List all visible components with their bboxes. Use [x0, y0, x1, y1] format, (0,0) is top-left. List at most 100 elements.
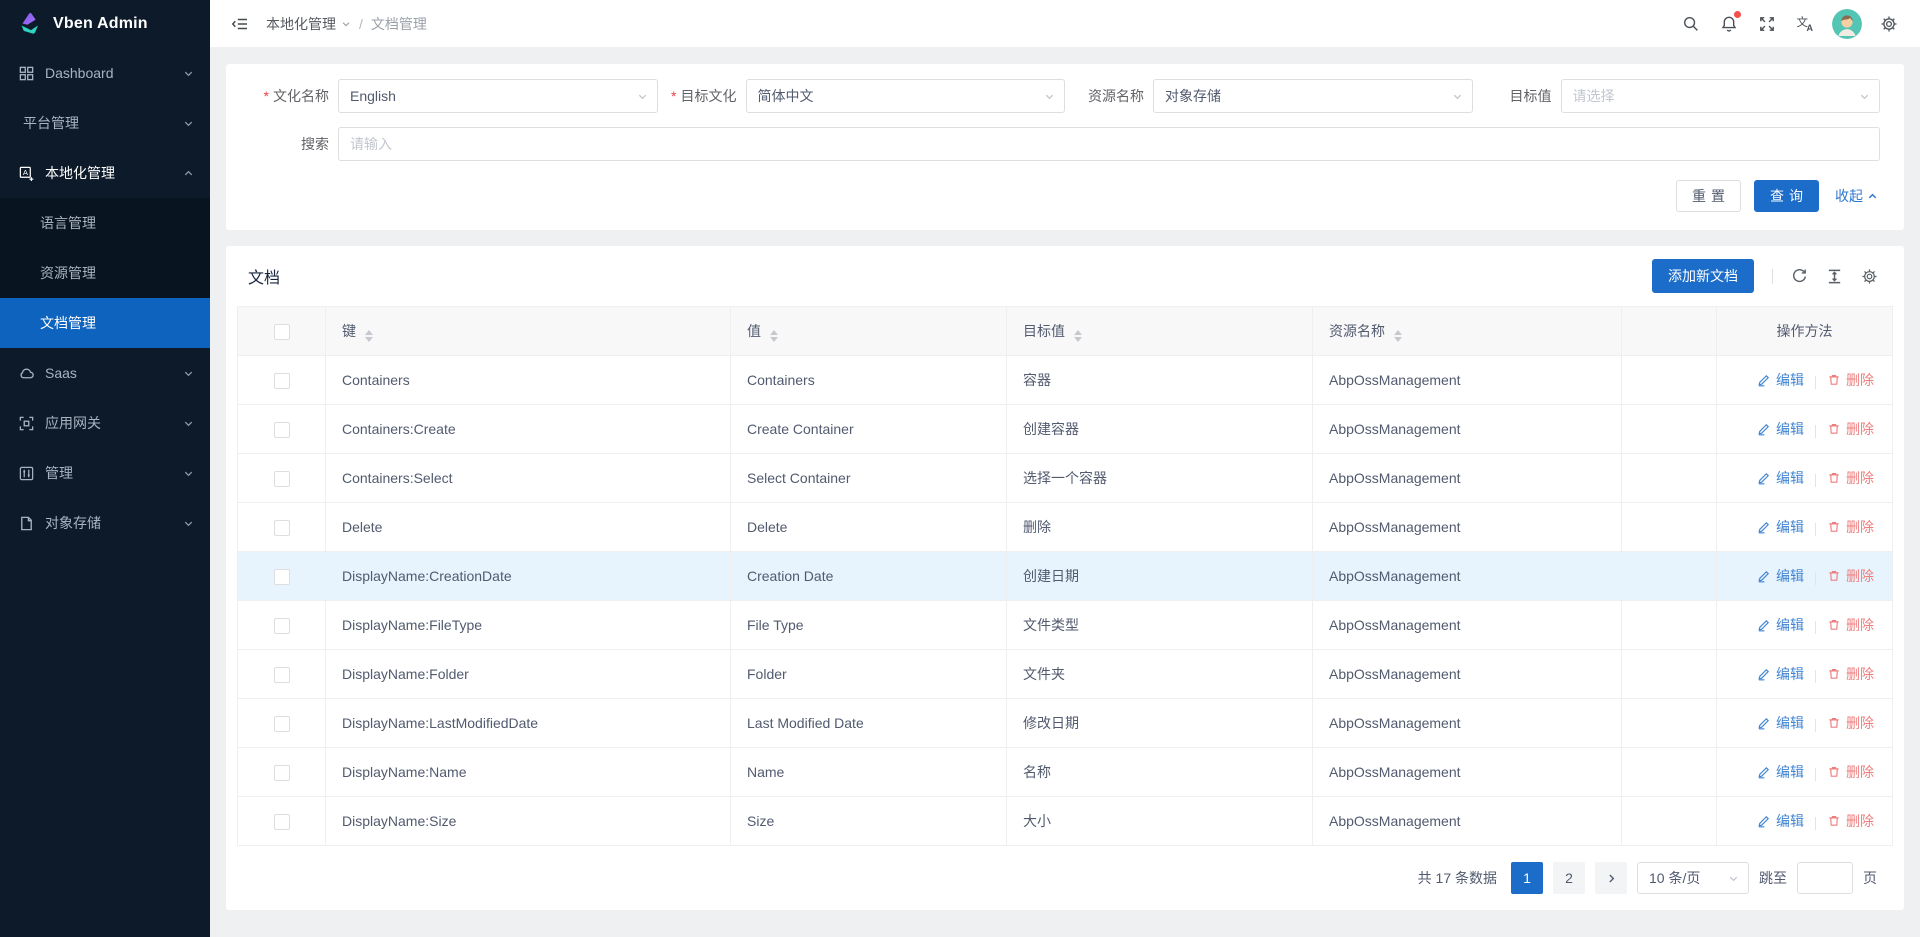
edit-button[interactable]: 编辑: [1757, 370, 1804, 390]
search-input[interactable]: [338, 127, 1880, 161]
edit-button[interactable]: 编辑: [1757, 468, 1804, 488]
delete-button[interactable]: 删除: [1827, 811, 1874, 831]
target-value-select[interactable]: 请选择: [1561, 79, 1881, 113]
column-label: 值: [747, 323, 761, 339]
delete-button[interactable]: 删除: [1827, 370, 1874, 390]
row-checkbox[interactable]: [274, 569, 290, 585]
delete-button[interactable]: 删除: [1827, 713, 1874, 733]
sidebar-item-management[interactable]: 管理: [0, 448, 210, 498]
fullscreen-icon[interactable]: [1748, 0, 1786, 48]
localization-icon: A: [18, 165, 35, 182]
delete-button[interactable]: 删除: [1827, 664, 1874, 684]
trash-icon: [1827, 618, 1841, 632]
collapse-link[interactable]: 收起: [1835, 186, 1878, 206]
sidebar-item-resource-management[interactable]: 资源管理: [0, 248, 210, 298]
edit-button[interactable]: 编辑: [1757, 762, 1804, 782]
table-settings-gear-icon[interactable]: [1861, 268, 1878, 285]
jump-page-input[interactable]: [1797, 862, 1853, 894]
settings-gear-icon[interactable]: [1870, 0, 1908, 48]
page-button-1[interactable]: 1: [1511, 862, 1543, 894]
column-header-value[interactable]: 值: [731, 307, 1007, 356]
query-button[interactable]: 查询: [1754, 180, 1819, 212]
culture-name-select[interactable]: English: [338, 79, 658, 113]
topbar-actions: 文 A: [1672, 0, 1908, 48]
edit-button[interactable]: 编辑: [1757, 566, 1804, 586]
sidebar-item-gateway[interactable]: 应用网关: [0, 398, 210, 448]
sidebar-item-localization[interactable]: A 本地化管理: [0, 148, 210, 198]
sidebar-item-platform[interactable]: 平台管理: [0, 98, 210, 148]
page-size-select[interactable]: 10 条/页: [1637, 862, 1749, 894]
edit-button[interactable]: 编辑: [1757, 419, 1804, 439]
cell-empty: [1622, 699, 1717, 748]
page-button-2[interactable]: 2: [1553, 862, 1585, 894]
edit-button[interactable]: 编辑: [1757, 713, 1804, 733]
cell-key: Containers:Select: [326, 454, 731, 503]
edit-button[interactable]: 编辑: [1757, 664, 1804, 684]
row-checkbox[interactable]: [274, 716, 290, 732]
sidebar-item-language-management[interactable]: 语言管理: [0, 198, 210, 248]
cell-key: DisplayName:FileType: [326, 601, 731, 650]
sidebar-item-object-storage[interactable]: 对象存储: [0, 498, 210, 548]
row-checkbox[interactable]: [274, 618, 290, 634]
edit-button[interactable]: 编辑: [1757, 811, 1804, 831]
row-checkbox[interactable]: [274, 471, 290, 487]
sort-icon[interactable]: [365, 330, 373, 342]
delete-button[interactable]: 删除: [1827, 419, 1874, 439]
pagination: 共 17 条数据 1 2 10 条/页 跳至 页: [226, 846, 1904, 904]
sort-icon[interactable]: [770, 330, 778, 342]
sort-icon[interactable]: [1074, 330, 1082, 342]
notification-bell-icon[interactable]: [1710, 0, 1748, 48]
sidebar-item-document-management[interactable]: 文档管理: [0, 298, 210, 348]
cell-empty: [1622, 797, 1717, 846]
translate-icon[interactable]: 文 A: [1786, 0, 1824, 48]
row-checkbox[interactable]: [274, 373, 290, 389]
cell-empty: [1622, 601, 1717, 650]
row-checkbox[interactable]: [274, 814, 290, 830]
delete-label: 删除: [1846, 762, 1874, 782]
sidebar-item-dashboard[interactable]: Dashboard: [0, 48, 210, 98]
table-row-highlighted: DisplayName:CreationDate Creation Date 创…: [238, 552, 1893, 601]
sort-icon[interactable]: [1394, 330, 1402, 342]
chevron-down-icon: [183, 518, 194, 529]
target-culture-select[interactable]: 简体中文: [746, 79, 1066, 113]
delete-button[interactable]: 删除: [1827, 517, 1874, 537]
column-height-icon[interactable]: [1826, 268, 1843, 285]
refresh-icon[interactable]: [1791, 268, 1808, 285]
select-all-checkbox[interactable]: [274, 324, 290, 340]
row-checkbox[interactable]: [274, 422, 290, 438]
column-label: 资源名称: [1329, 323, 1385, 339]
delete-button[interactable]: 删除: [1827, 468, 1874, 488]
delete-label: 删除: [1846, 713, 1874, 733]
edit-button[interactable]: 编辑: [1757, 615, 1804, 635]
cell-actions: 编辑 删除: [1717, 405, 1893, 454]
breadcrumb-parent[interactable]: 本地化管理: [266, 14, 351, 34]
delete-button[interactable]: 删除: [1827, 615, 1874, 635]
sidebar-item-saas[interactable]: Saas: [0, 348, 210, 398]
avatar[interactable]: [1832, 9, 1862, 39]
delete-button[interactable]: 删除: [1827, 762, 1874, 782]
row-checkbox[interactable]: [274, 520, 290, 536]
search-icon[interactable]: [1672, 0, 1710, 48]
logo-icon: [16, 10, 44, 38]
cell-resource: AbpOssManagement: [1313, 650, 1622, 699]
cell-key: DisplayName:CreationDate: [326, 552, 731, 601]
edit-button[interactable]: 编辑: [1757, 517, 1804, 537]
action-divider: [1815, 523, 1816, 536]
table-row: DisplayName:Folder Folder 文件夹 AbpOssMana…: [238, 650, 1893, 699]
delete-button[interactable]: 删除: [1827, 566, 1874, 586]
column-header-resource-name[interactable]: 资源名称: [1313, 307, 1622, 356]
app-logo[interactable]: Vben Admin: [0, 0, 210, 48]
sidebar-item-label: 对象存储: [45, 513, 183, 533]
pencil-icon: [1757, 422, 1771, 436]
reset-button[interactable]: 重置: [1676, 180, 1741, 212]
column-header-target-value[interactable]: 目标值: [1007, 307, 1313, 356]
row-checkbox[interactable]: [274, 765, 290, 781]
row-checkbox[interactable]: [274, 667, 290, 683]
column-label: 目标值: [1023, 323, 1065, 339]
menu-fold-icon[interactable]: [224, 8, 256, 40]
add-document-button[interactable]: 添加新文档: [1652, 259, 1754, 293]
column-header-key[interactable]: 键: [326, 307, 731, 356]
cell-target: 创建日期: [1007, 552, 1313, 601]
resource-name-select[interactable]: 对象存储: [1153, 79, 1473, 113]
next-page-button[interactable]: [1595, 862, 1627, 894]
